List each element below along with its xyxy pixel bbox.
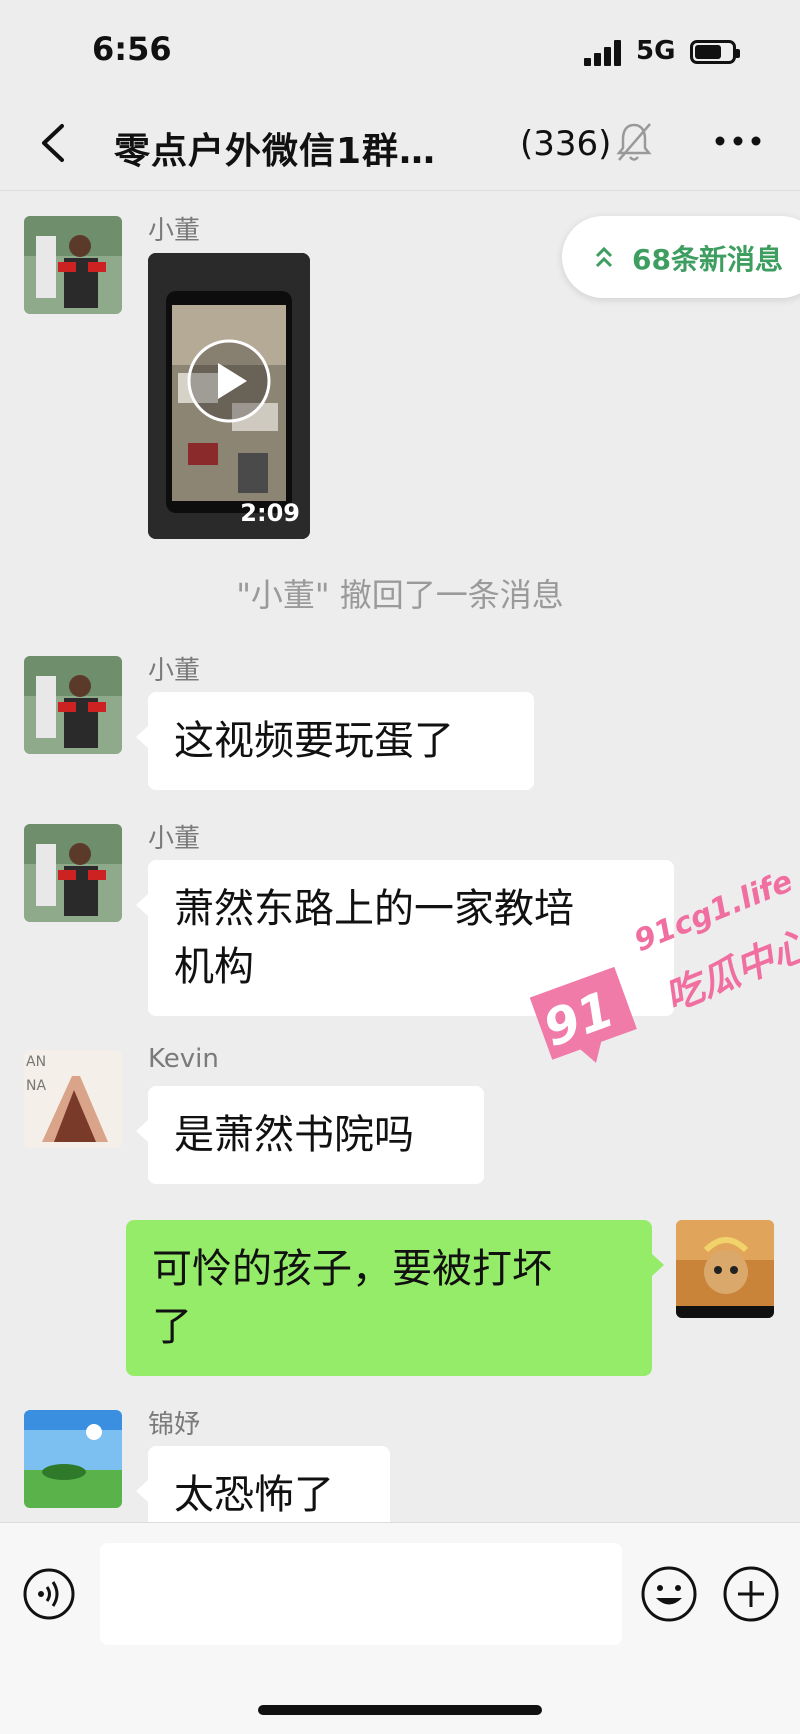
sender-name: 小董 <box>148 656 201 686</box>
video-duration: 2:09 <box>240 499 300 527</box>
video-message[interactable]: 2:09 <box>148 253 310 539</box>
member-count: (336) <box>520 124 612 164</box>
message-bubble[interactable]: 是萧然书院吗 <box>136 1086 484 1184</box>
input-bar <box>0 1522 800 1734</box>
mute-bell-icon <box>616 123 652 161</box>
double-chevron-up-icon <box>595 246 613 268</box>
more-options-icon[interactable] <box>710 126 766 156</box>
watermark: 91 91cg1.life 吃瓜中心 <box>520 860 800 1090</box>
message-text-line: 可怜的孩子，要被打坏 <box>152 1246 552 1292</box>
sender-name: 小董 <box>148 216 201 246</box>
sender-name: 小董 <box>148 824 201 854</box>
message-text: 是萧然书院吗 <box>174 1112 414 1158</box>
message-bubble[interactable]: 这视频要玩蛋了 <box>136 692 534 790</box>
chat-header: 零点户外微信1群… (336) <box>0 100 800 191</box>
recall-notice: "小董" 撤回了一条消息 <box>236 576 564 614</box>
status-time: 6:56 <box>92 30 172 68</box>
chat-title: 零点户外微信1群… <box>114 131 437 172</box>
my-message-bubble[interactable]: 可怜的孩子，要被打坏 了 <box>126 1220 664 1376</box>
back-arrow-icon[interactable] <box>30 118 80 168</box>
plus-icon[interactable] <box>722 1565 780 1623</box>
status-bar: 6:56 5G <box>0 0 800 100</box>
my-avatar[interactable] <box>676 1220 774 1318</box>
network-label: 5G <box>636 36 676 66</box>
sender-name: 锦妤 <box>148 1410 201 1440</box>
svg-text:NA: NA <box>26 1078 46 1094</box>
avatar-kevin[interactable]: AN NA <box>24 1050 122 1148</box>
message-input[interactable] <box>100 1543 622 1645</box>
signal-icon <box>584 40 626 66</box>
home-indicator <box>258 1705 542 1715</box>
battery-icon <box>690 40 740 64</box>
svg-text:AN: AN <box>26 1054 46 1070</box>
avatar-xiaodong[interactable] <box>24 216 122 314</box>
avatar-xiaodong[interactable] <box>24 824 122 922</box>
new-messages-label: 68条新消息 <box>632 243 783 276</box>
voice-input-icon[interactable] <box>22 1567 76 1621</box>
avatar-jinyu[interactable] <box>24 1410 122 1508</box>
emoji-icon[interactable] <box>640 1565 698 1623</box>
sender-name: Kevin <box>148 1044 219 1074</box>
message-text-line: 了 <box>152 1304 192 1350</box>
new-messages-button[interactable]: 68条新消息 <box>562 216 800 298</box>
avatar-xiaodong[interactable] <box>24 656 122 754</box>
message-text: 太恐怖了 <box>174 1472 334 1518</box>
message-text: 这视频要玩蛋了 <box>174 718 454 764</box>
